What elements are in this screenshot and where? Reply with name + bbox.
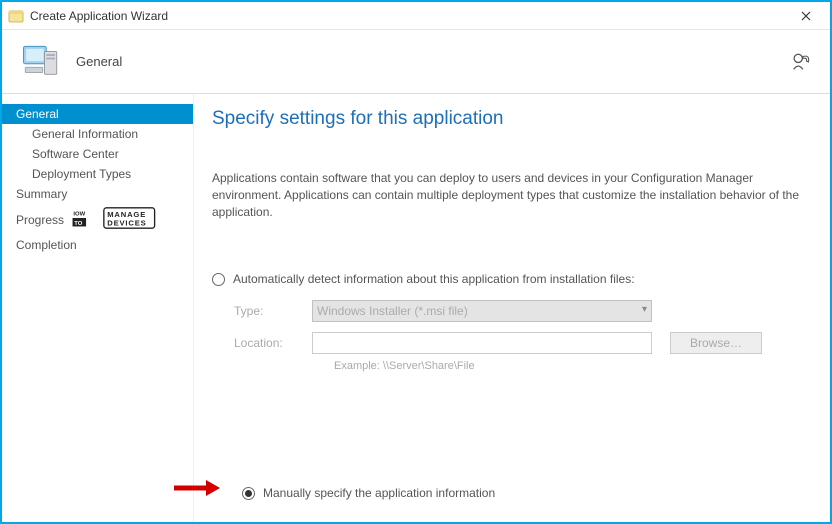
sidebar-item-deployment-types[interactable]: Deployment Types: [2, 164, 193, 184]
type-label: Type:: [234, 304, 312, 318]
sidebar-item-summary[interactable]: Summary: [2, 184, 193, 204]
wizard-body: General General Information Software Cen…: [2, 94, 830, 522]
location-row: Location: Browse…: [234, 332, 806, 354]
radio-auto-detect[interactable]: Automatically detect information about t…: [212, 272, 806, 286]
app-icon: [8, 8, 24, 24]
sidebar-item-label: Deployment Types: [32, 167, 131, 181]
window-title: Create Application Wizard: [30, 9, 786, 23]
sidebar-item-software-center[interactable]: Software Center: [2, 144, 193, 164]
radio-icon: [212, 273, 225, 286]
sidebar-item-label: General: [16, 107, 59, 121]
svg-text:IOW: IOW: [73, 211, 85, 217]
feedback-icon[interactable]: [790, 51, 812, 73]
page-description: Applications contain software that you c…: [212, 170, 806, 220]
svg-text:DEVICES: DEVICES: [107, 219, 146, 228]
sidebar-item-label: Summary: [16, 187, 67, 201]
radio-icon: [242, 487, 255, 500]
sidebar-item-label: Software Center: [32, 147, 119, 161]
sidebar-item-label: General Information: [32, 127, 138, 141]
radio-manual[interactable]: Manually specify the application informa…: [242, 486, 495, 500]
radio-auto-label: Automatically detect information about t…: [233, 272, 635, 286]
sidebar-item-label: Progress: [16, 213, 64, 227]
computer-icon: [20, 41, 62, 83]
svg-text:TO: TO: [74, 221, 83, 227]
browse-button: Browse…: [670, 332, 762, 354]
sidebar-item-progress[interactable]: Progress IOW TO MANAGE DEVICES: [2, 204, 193, 235]
sidebar-item-label: Completion: [16, 238, 77, 252]
radio-manual-label: Manually specify the application informa…: [263, 486, 495, 500]
wizard-header: General: [2, 30, 830, 94]
close-button[interactable]: [786, 4, 826, 28]
sidebar-item-general-information[interactable]: General Information: [2, 124, 193, 144]
sidebar-item-general[interactable]: General: [2, 104, 193, 124]
location-example: Example: \\Server\Share\File: [234, 360, 806, 372]
main-panel: Specify settings for this application Ap…: [194, 94, 830, 522]
location-label: Location:: [234, 336, 312, 350]
page-heading: Specify settings for this application: [212, 108, 806, 130]
type-row: Type: Windows Installer (*.msi file) ▾: [234, 300, 806, 322]
watermark-badge: IOW TO MANAGE DEVICES: [70, 207, 160, 232]
auto-detect-form: Type: Windows Installer (*.msi file) ▾ L…: [212, 300, 806, 372]
type-select: Windows Installer (*.msi file): [312, 300, 652, 322]
location-input: [312, 332, 652, 354]
sidebar-item-completion[interactable]: Completion: [2, 235, 193, 255]
titlebar: Create Application Wizard: [2, 2, 830, 30]
sidebar: General General Information Software Cen…: [2, 94, 194, 522]
page-label: General: [76, 54, 790, 69]
